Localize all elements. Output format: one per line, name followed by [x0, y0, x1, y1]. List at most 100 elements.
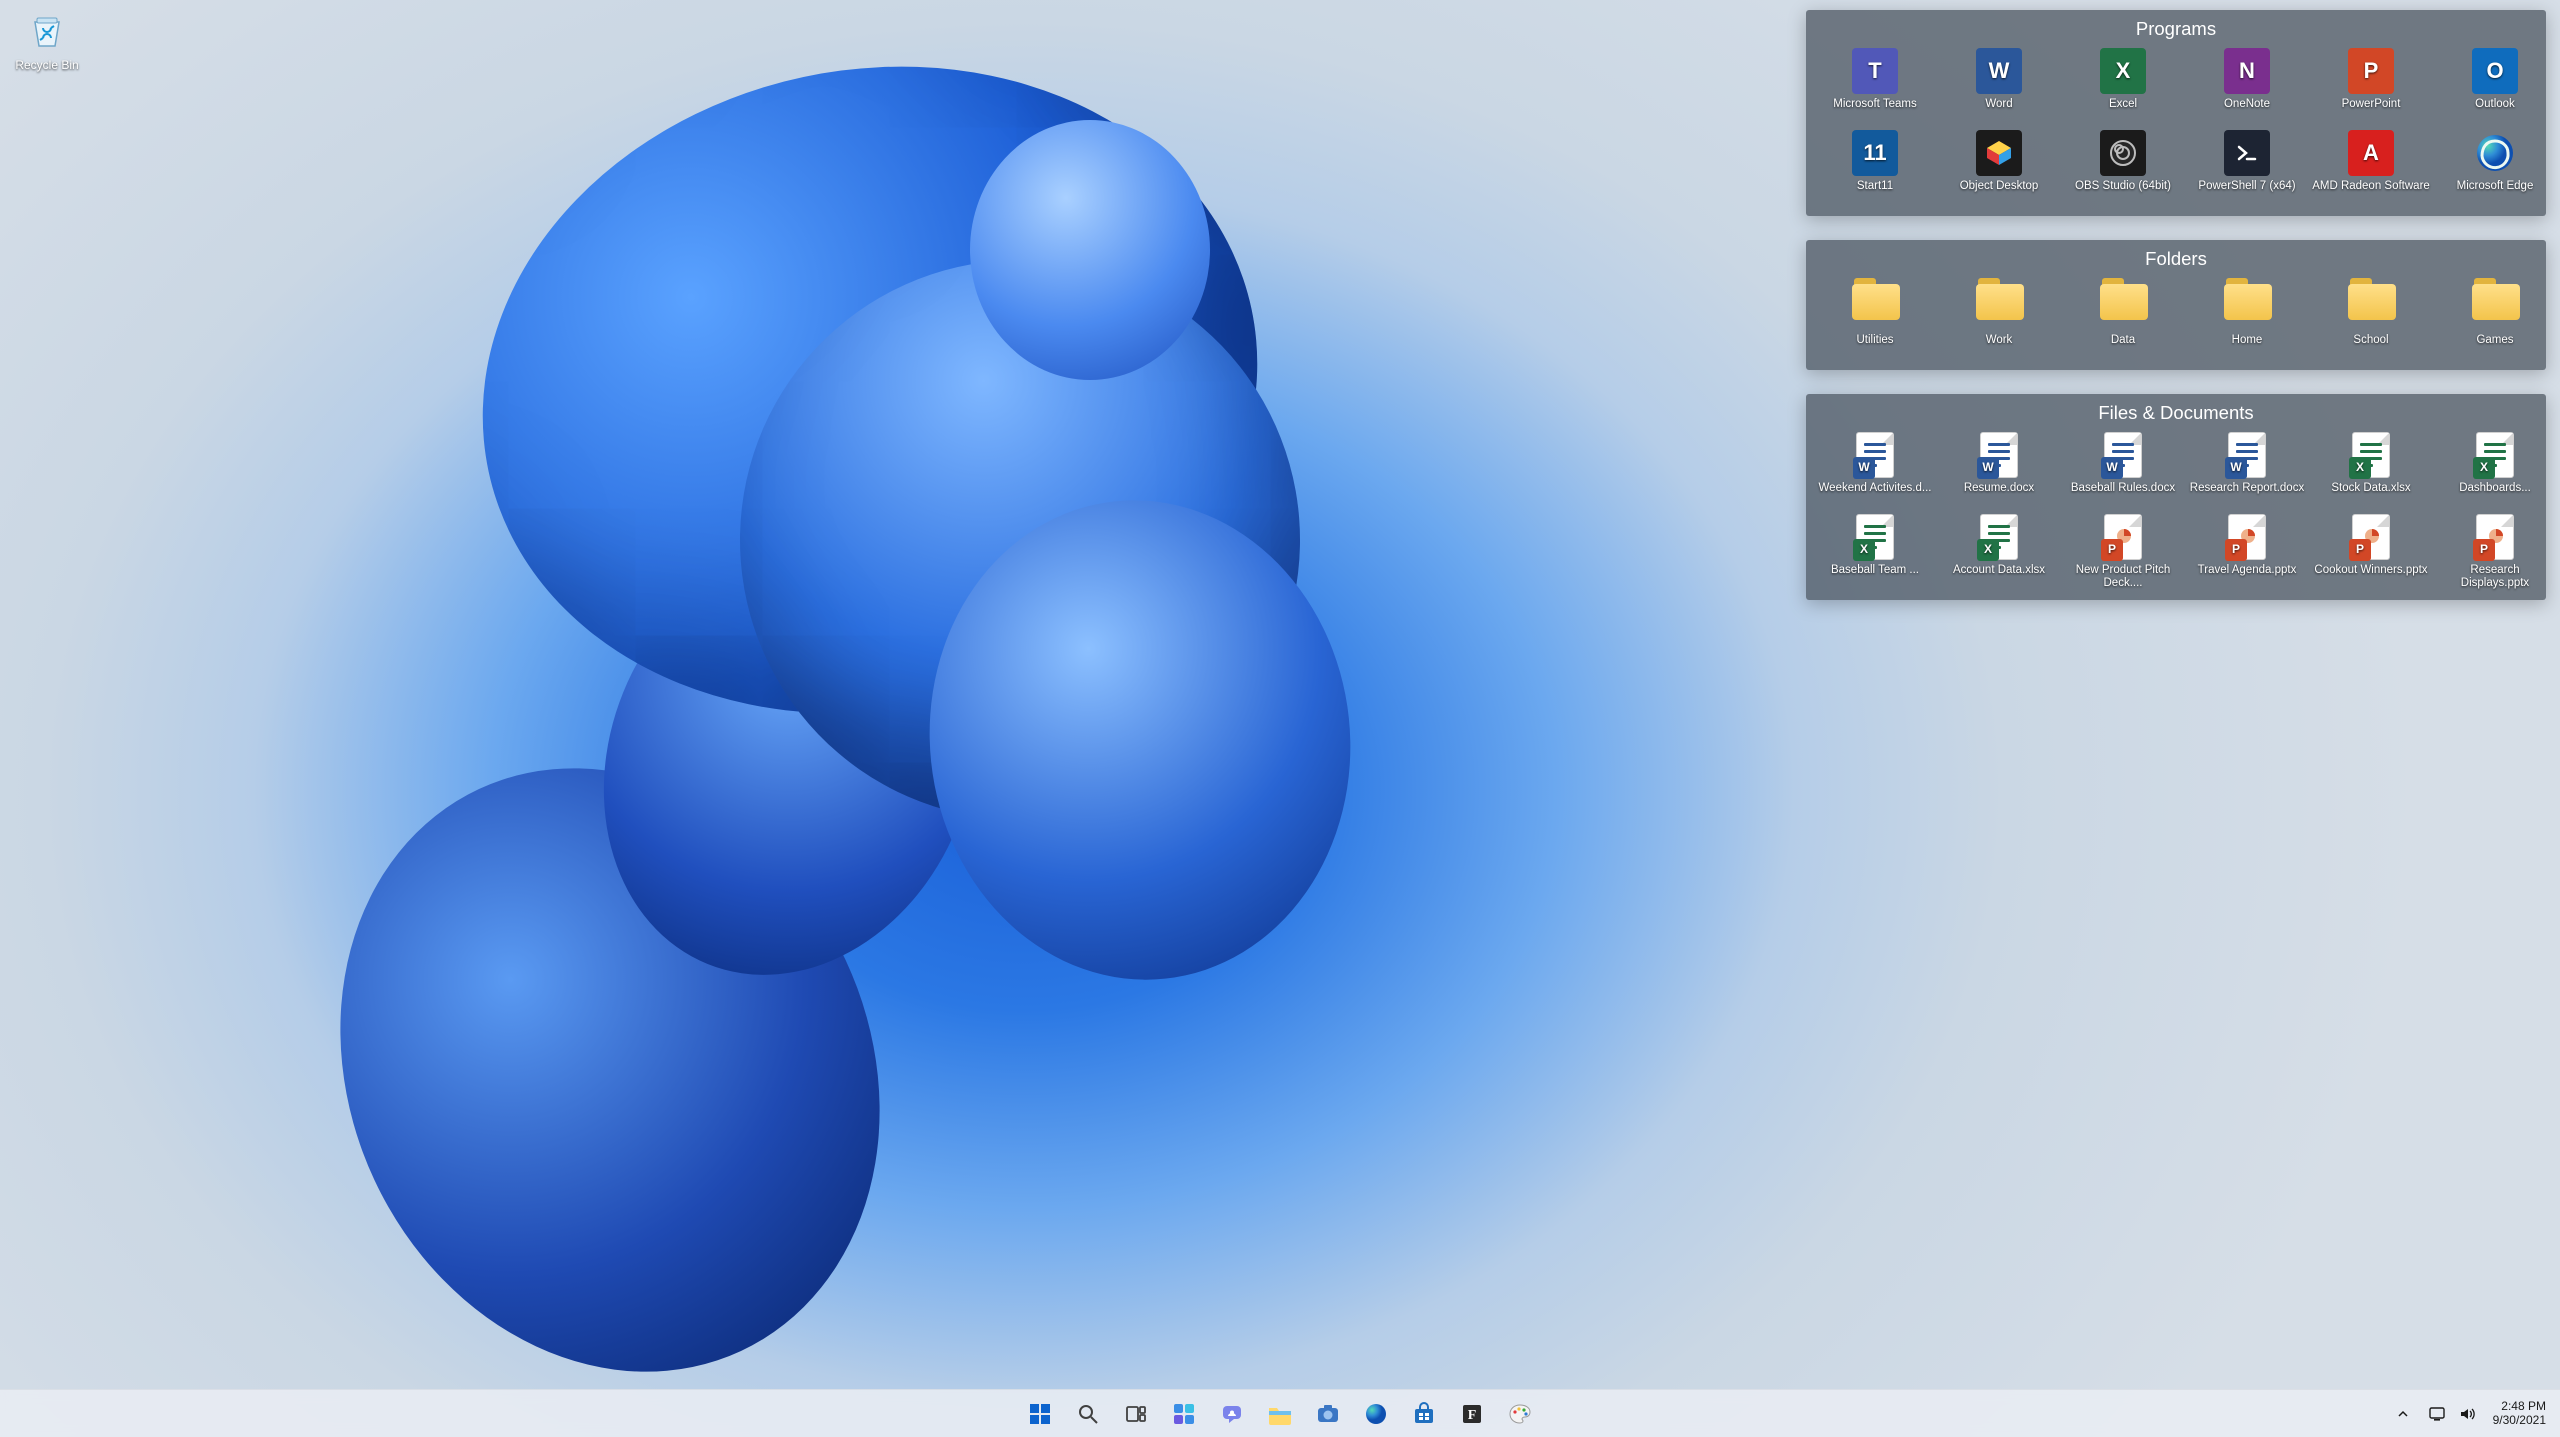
objectdesktop-icon: [1976, 130, 2022, 176]
file-item[interactable]: P Travel Agenda.pptx: [2188, 514, 2306, 590]
word-document-icon: W: [1976, 432, 2022, 478]
fence-programs[interactable]: Programs T Microsoft TeamsW WordX ExcelN…: [1806, 10, 2546, 216]
excel-document-icon: X: [2472, 432, 2518, 478]
folder-utilities[interactable]: Utilities: [1816, 278, 1934, 360]
folder-school[interactable]: School: [2312, 278, 2430, 360]
file-item[interactable]: P Research Displays.pptx: [2436, 514, 2554, 590]
folder-label: Home: [2188, 334, 2306, 360]
widgets-icon: [1172, 1402, 1196, 1426]
program-label: OBS Studio (64bit): [2064, 180, 2182, 206]
program-obs[interactable]: OBS Studio (64bit): [2064, 130, 2182, 206]
file-item[interactable]: P Cookout Winners.pptx: [2312, 514, 2430, 590]
program-label: PowerShell 7 (x64): [2188, 180, 2306, 206]
ppt-document-icon: P: [2100, 514, 2146, 560]
fence-title: Programs: [1816, 16, 2536, 48]
taskbar-search-button[interactable]: [1068, 1394, 1108, 1434]
taskbar-store-button[interactable]: [1404, 1394, 1444, 1434]
taskbar: F 2:48 PM 9/30/2021: [0, 1389, 2560, 1437]
excel-document-icon: X: [1976, 514, 2022, 560]
fence-title: Folders: [1816, 246, 2536, 278]
program-onenote[interactable]: N OneNote: [2188, 48, 2306, 124]
word-icon: W: [1976, 48, 2022, 94]
file-item[interactable]: W Baseball Rules.docx: [2064, 432, 2182, 508]
paint-icon: [1508, 1402, 1532, 1426]
folder-icon: [2224, 284, 2270, 330]
folder-data[interactable]: Data: [2064, 278, 2182, 360]
program-label: Start11: [1816, 180, 1934, 206]
program-edge[interactable]: Microsoft Edge: [2436, 130, 2554, 206]
fence-folders[interactable]: Folders Utilities Work Data Home School …: [1806, 240, 2546, 370]
program-excel[interactable]: X Excel: [2064, 48, 2182, 124]
taskbar-clock[interactable]: 2:48 PM 9/30/2021: [2487, 1400, 2552, 1426]
program-label: Microsoft Teams: [1816, 98, 1934, 124]
file-label: Baseball Rules.docx: [2064, 482, 2182, 508]
system-tray: 2:48 PM 9/30/2021: [2389, 1394, 2552, 1434]
folder-label: Data: [2064, 334, 2182, 360]
file-label: Baseball Team ...: [1816, 564, 1934, 590]
taskbar-task-view-button[interactable]: [1116, 1394, 1156, 1434]
file-label: Cookout Winners.pptx: [2312, 564, 2430, 590]
file-item[interactable]: X Baseball Team ...: [1816, 514, 1934, 590]
folder-icon: [2100, 284, 2146, 330]
file-label: New Product Pitch Deck....: [2064, 564, 2182, 590]
taskbar-widgets-button[interactable]: [1164, 1394, 1204, 1434]
chat-icon: [1220, 1402, 1244, 1426]
obs-icon: [2100, 130, 2146, 176]
program-powershell[interactable]: PowerShell 7 (x64): [2188, 130, 2306, 206]
file-item[interactable]: X Dashboards...: [2436, 432, 2554, 508]
program-powerpoint[interactable]: P PowerPoint: [2312, 48, 2430, 124]
program-label: AMD Radeon Software: [2312, 180, 2430, 206]
program-word[interactable]: W Word: [1940, 48, 2058, 124]
program-label: Excel: [2064, 98, 2182, 124]
word-document-icon: W: [2100, 432, 2146, 478]
word-document-icon: W: [1852, 432, 1898, 478]
file-item[interactable]: W Resume.docx: [1940, 432, 2058, 508]
program-label: OneNote: [2188, 98, 2306, 124]
fence-files[interactable]: Files & Documents W Weekend Activites.d.…: [1806, 394, 2546, 600]
search-icon: [1077, 1403, 1099, 1425]
program-outlook[interactable]: O Outlook: [2436, 48, 2554, 124]
file-item[interactable]: W Weekend Activites.d...: [1816, 432, 1934, 508]
taskbar-edge-button[interactable]: [1356, 1394, 1396, 1434]
edge-icon: [1364, 1402, 1388, 1426]
file-item[interactable]: X Stock Data.xlsx: [2312, 432, 2430, 508]
file-item[interactable]: W Research Report.docx: [2188, 432, 2306, 508]
tray-chevron-up-icon[interactable]: [2389, 1394, 2417, 1434]
file-label: Research Displays.pptx: [2436, 564, 2554, 590]
excel-document-icon: X: [2348, 432, 2394, 478]
taskbar-explorer-button[interactable]: [1260, 1394, 1300, 1434]
taskbar-chat-button[interactable]: [1212, 1394, 1252, 1434]
onenote-icon: N: [2224, 48, 2270, 94]
fences-icon: F: [1461, 1403, 1483, 1425]
file-label: Account Data.xlsx: [1940, 564, 2058, 590]
network-icon[interactable]: [2427, 1404, 2447, 1424]
excel-document-icon: X: [1852, 514, 1898, 560]
folder-games[interactable]: Games: [2436, 278, 2554, 360]
volume-icon[interactable]: [2457, 1404, 2477, 1424]
powerpoint-icon: P: [2348, 48, 2394, 94]
taskbar-camera-button[interactable]: [1308, 1394, 1348, 1434]
folder-home[interactable]: Home: [2188, 278, 2306, 360]
taskbar-start-button[interactable]: [1020, 1394, 1060, 1434]
file-label: Stock Data.xlsx: [2312, 482, 2430, 508]
clock-time: 2:48 PM: [2493, 1400, 2546, 1413]
folder-icon: [1852, 284, 1898, 330]
folder-label: School: [2312, 334, 2430, 360]
file-item[interactable]: X Account Data.xlsx: [1940, 514, 2058, 590]
desktop-icon-recycle-bin[interactable]: Recycle Bin: [6, 6, 88, 72]
folder-work[interactable]: Work: [1940, 278, 2058, 360]
word-document-icon: W: [2224, 432, 2270, 478]
program-label: Outlook: [2436, 98, 2554, 124]
program-amd[interactable]: A AMD Radeon Software: [2312, 130, 2430, 206]
program-start11[interactable]: 11 Start11: [1816, 130, 1934, 206]
taskbar-paint-button[interactable]: [1500, 1394, 1540, 1434]
program-teams[interactable]: T Microsoft Teams: [1816, 48, 1934, 124]
ppt-document-icon: P: [2348, 514, 2394, 560]
folder-label: Work: [1940, 334, 2058, 360]
taskbar-fences-button[interactable]: F: [1452, 1394, 1492, 1434]
excel-icon: X: [2100, 48, 2146, 94]
program-label: Microsoft Edge: [2436, 180, 2554, 206]
store-icon: [1412, 1402, 1436, 1426]
program-objectdesktop[interactable]: Object Desktop: [1940, 130, 2058, 206]
file-item[interactable]: P New Product Pitch Deck....: [2064, 514, 2182, 590]
